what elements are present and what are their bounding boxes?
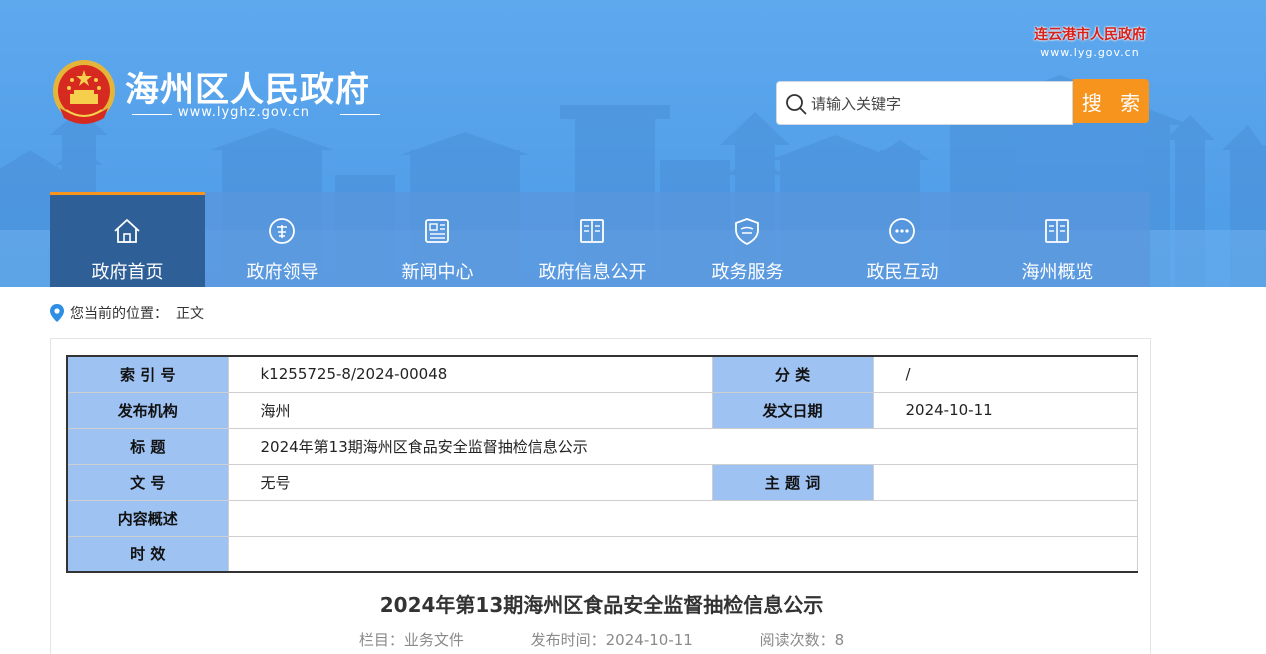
- city-government-link[interactable]: 连云港市人民政府 www.lyg.gov.cn: [1034, 24, 1146, 59]
- nav-label: 政务服务: [711, 262, 784, 283]
- search-button[interactable]: 搜 索: [1073, 79, 1149, 123]
- page: 海州区人民政府 www.lyghz.gov.cn 连云港市人民政府 www.ly…: [0, 0, 1266, 654]
- location-pin-icon: [50, 304, 64, 322]
- title-label: 标 题: [66, 427, 229, 465]
- search-icon: [786, 94, 807, 115]
- article-column: 栏目：业务文件: [358, 631, 464, 649]
- validity-label: 时 效: [66, 535, 229, 573]
- doc-no-value: 无号: [227, 463, 713, 501]
- table-row: 标 题 2024年第13期海州区食品安全监督抽检信息公示: [66, 427, 1138, 465]
- table-row: 索 引 号 k1255725-8/2024-00048 分 类 /: [66, 355, 1138, 393]
- national-emblem-logo: [53, 60, 115, 124]
- article-published: 发布时间：2024-10-11: [530, 631, 693, 649]
- city-url[interactable]: www.lyg.gov.cn: [1034, 46, 1146, 59]
- news-icon: [425, 219, 449, 243]
- publisher-value: 海州: [227, 391, 713, 429]
- article-title: 2024年第13期海州区食品安全监督抽检信息公示: [379, 593, 824, 617]
- nav-label: 政府信息公开: [538, 262, 647, 283]
- keywords-label: 主 题 词: [711, 463, 874, 501]
- article-views: 阅读次数：8: [759, 631, 845, 649]
- nav-label: 政府首页: [91, 262, 164, 283]
- site-url-text: www.lyghz.gov.cn: [178, 105, 310, 120]
- nav-item-leaders[interactable]: 政府领导: [205, 192, 360, 287]
- nav-label: 政府领导: [246, 262, 319, 283]
- validity-value: [227, 535, 1138, 573]
- nav-item-home[interactable]: 政府首页: [50, 192, 205, 287]
- article-container: 索 引 号 k1255725-8/2024-00048 分 类 / 发布机构 海…: [50, 338, 1151, 654]
- nav-label: 政民互动: [866, 262, 939, 283]
- index-no-value: k1255725-8/2024-00048: [227, 355, 713, 393]
- nav-item-services[interactable]: 政务服务: [670, 192, 825, 287]
- nav-item-interaction[interactable]: 政民互动: [825, 192, 980, 287]
- book-icon: [1045, 219, 1069, 243]
- shield-icon: [735, 218, 759, 246]
- site-header: 海州区人民政府 www.lyghz.gov.cn 连云港市人民政府 www.ly…: [0, 0, 1266, 287]
- date-value: 2024-10-11: [872, 391, 1138, 429]
- table-row: 时 效: [66, 535, 1138, 573]
- publisher-label: 发布机构: [66, 391, 229, 429]
- breadcrumb-current[interactable]: 正文: [176, 303, 204, 323]
- title-value: 2024年第13期海州区食品安全监督抽检信息公示: [227, 427, 1138, 465]
- nav-label: 海州概览: [1021, 262, 1094, 283]
- search-box: [776, 81, 1073, 125]
- chat-icon: [889, 218, 915, 244]
- table-row: 文 号 无号 主 题 词: [66, 463, 1138, 501]
- keywords-value: [872, 463, 1138, 501]
- nav-label: 新闻中心: [401, 262, 474, 283]
- site-url: www.lyghz.gov.cn: [132, 104, 380, 124]
- nav-item-overview[interactable]: 海州概览: [980, 192, 1135, 287]
- document-meta-table: 索 引 号 k1255725-8/2024-00048 分 类 / 发布机构 海…: [66, 355, 1138, 573]
- category-value: /: [872, 355, 1138, 393]
- summary-value: [227, 499, 1138, 537]
- summary-label: 内容概述: [66, 499, 229, 537]
- home-icon: [114, 219, 140, 243]
- breadcrumb: 您当前的位置： 正文: [50, 302, 204, 324]
- search-input[interactable]: [811, 91, 1061, 117]
- table-row: 内容概述: [66, 499, 1138, 537]
- leader-icon: [269, 218, 295, 244]
- breadcrumb-label: 您当前的位置：: [70, 306, 168, 322]
- date-label: 发文日期: [711, 391, 874, 429]
- doc-no-label: 文 号: [66, 463, 229, 501]
- book-icon: [580, 219, 604, 243]
- main-nav: 政府首页 政府领导 新闻中心 政府信息公开 政务服务 政民互动 海州概览: [50, 192, 1150, 287]
- table-row: 发布机构 海州 发文日期 2024-10-11: [66, 391, 1138, 429]
- category-label: 分 类: [711, 355, 874, 393]
- article-meta: 栏目：业务文件 发布时间：2024-10-11 阅读次数：8: [51, 629, 1152, 650]
- nav-item-news[interactable]: 新闻中心: [360, 192, 515, 287]
- index-no-label: 索 引 号: [66, 355, 229, 393]
- city-name[interactable]: 连云港市人民政府: [1034, 24, 1146, 44]
- nav-item-info-disclosure[interactable]: 政府信息公开: [515, 192, 670, 287]
